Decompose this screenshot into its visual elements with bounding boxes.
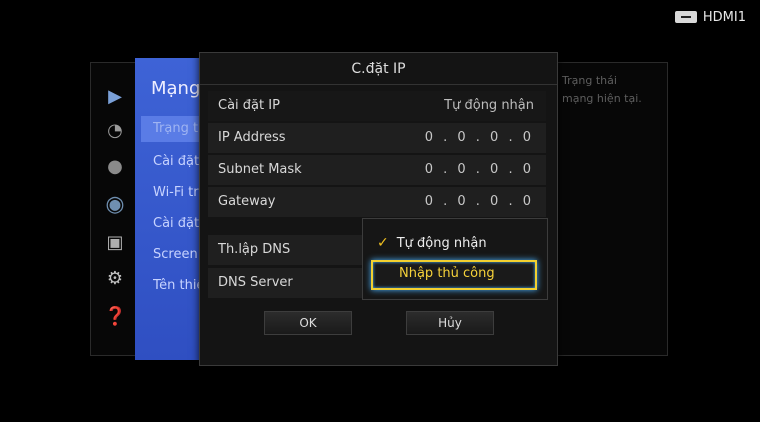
input-source-badge: HDMI1 — [674, 8, 746, 26]
help-icon[interactable]: ❓ — [104, 306, 126, 328]
hdmi-icon — [674, 11, 697, 23]
row-label: IP Address — [218, 130, 286, 145]
ip-address-row[interactable]: IP Address 0 . 0 . 0 . 0 — [208, 123, 546, 153]
subnet-mask-row[interactable]: Subnet Mask 0 . 0 . 0 . 0 — [208, 155, 546, 185]
row-value: 0 . 0 . 0 . 0 — [424, 130, 534, 145]
row-label: Subnet Mask — [218, 162, 302, 177]
dns-option-auto[interactable]: ✓ Tự động nhận — [377, 235, 487, 251]
category-title: Mạng — [151, 78, 201, 99]
speaker-icon[interactable]: ● — [104, 156, 126, 178]
gateway-row[interactable]: Gateway 0 . 0 . 0 . 0 — [208, 187, 546, 217]
row-value: 0 . 0 . 0 . 0 — [424, 162, 534, 177]
dialog-title: C.đặt IP — [351, 61, 406, 77]
category-panel: Mạng Trạng thái Cài đặt Wi-Fi trực tiếp … — [135, 58, 207, 360]
row-label: Cài đặt IP — [218, 98, 280, 113]
globe-icon[interactable]: ◉ — [104, 194, 126, 216]
network-icon[interactable]: ▶ — [104, 86, 126, 108]
menu-icon-column: ▶ ◔ ● ◉ ▣ ⚙ ❓ — [92, 78, 136, 348]
row-value: Tự động nhận — [444, 98, 534, 113]
description-line-2: mạng hiện tại. — [562, 92, 642, 105]
ip-setting-row[interactable]: Cài đặt IP Tự động nhận — [208, 91, 546, 121]
row-value: 0 . 0 . 0 . 0 — [424, 194, 534, 209]
description-line-1: Trạng thái — [562, 74, 617, 87]
title-divider — [200, 84, 557, 85]
ip-settings-dialog: C.đặt IP Cài đặt IP Tự động nhận IP Addr… — [199, 52, 558, 366]
box-icon[interactable]: ▣ — [104, 232, 126, 254]
cancel-button[interactable]: Hủy — [406, 311, 494, 335]
input-source-label: HDMI1 — [702, 9, 746, 25]
clock-icon[interactable]: ◔ — [104, 120, 126, 142]
ok-button[interactable]: OK — [264, 311, 352, 335]
dns-server-row[interactable]: DNS Server — [208, 268, 362, 298]
row-label: Gateway — [218, 194, 276, 209]
gear-icon[interactable]: ⚙ — [104, 268, 126, 290]
row-label: DNS Server — [218, 275, 293, 290]
checkmark-icon: ✓ — [377, 235, 389, 251]
option-label: Nhập thủ công — [399, 266, 495, 281]
dns-option-manual[interactable]: Nhập thủ công — [371, 260, 537, 290]
dns-mode-dropdown[interactable]: ✓ Tự động nhận Nhập thủ công — [362, 218, 548, 300]
row-label: Th.lập DNS — [218, 242, 291, 257]
dns-setting-row[interactable]: Th.lập DNS — [208, 235, 362, 265]
menu-description: Trạng thái mạng hiện tại. — [562, 72, 662, 108]
option-label: Tự động nhận — [396, 235, 487, 251]
